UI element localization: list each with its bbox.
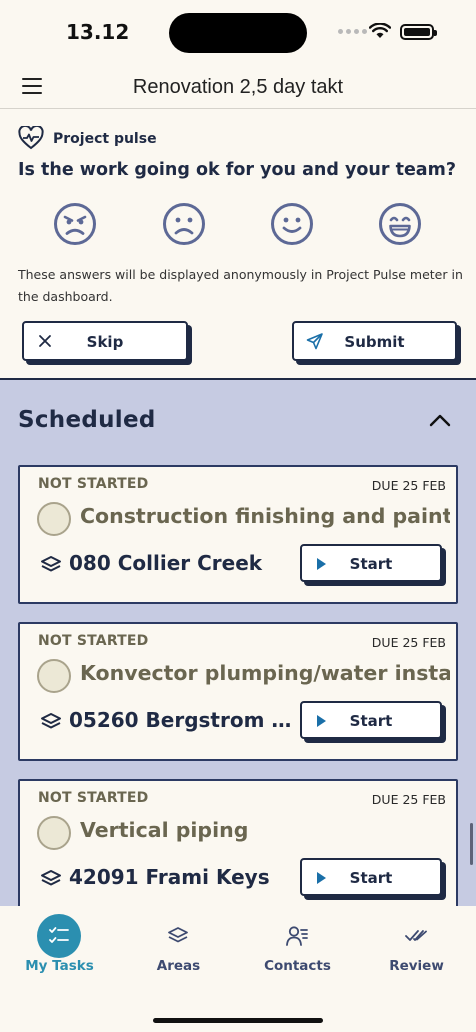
tab-label: My Tasks xyxy=(25,958,94,974)
app-header: Renovation 2,5 day takt xyxy=(0,64,476,109)
task-status: NOT STARTED xyxy=(38,476,149,492)
section-title: Scheduled xyxy=(18,407,156,433)
very-unhappy-face-icon[interactable] xyxy=(53,202,97,246)
tab-icon-highlight xyxy=(37,914,81,958)
chevron-up-icon[interactable] xyxy=(428,412,452,428)
layers-icon xyxy=(168,927,188,943)
pulse-note: These answers will be displayed anonymou… xyxy=(18,267,463,304)
project-pulse-panel: Project pulse Is the work going ok for y… xyxy=(0,110,476,378)
start-button[interactable]: Start xyxy=(300,701,442,739)
unhappy-face-icon[interactable] xyxy=(162,202,206,246)
start-button[interactable]: Start xyxy=(300,858,442,896)
scrollbar[interactable] xyxy=(470,823,473,865)
start-label: Start xyxy=(349,869,393,887)
task-card[interactable]: NOT STARTED DUE 25 FEB Vertical piping 4… xyxy=(18,779,458,906)
task-due-date: DUE 25 FEB xyxy=(371,635,446,650)
contacts-icon xyxy=(286,926,308,946)
skip-button[interactable]: Skip xyxy=(22,321,188,361)
task-status: NOT STARTED xyxy=(38,790,149,806)
task-area: 42091 Frami Keys xyxy=(69,865,270,889)
submit-label: Submit xyxy=(344,333,405,351)
task-card[interactable]: NOT STARTED DUE 25 FEB Construction fini… xyxy=(18,465,458,604)
status-time: 13.12 xyxy=(66,20,130,44)
layers-icon xyxy=(41,556,61,572)
start-button[interactable]: Start xyxy=(300,544,442,582)
tab-label: Review xyxy=(389,958,444,974)
start-label: Start xyxy=(349,712,393,730)
pulse-question: Is the work going ok for you and your te… xyxy=(18,160,457,180)
dynamic-island xyxy=(169,13,307,53)
task-checkbox[interactable] xyxy=(37,659,71,693)
heart-pulse-icon xyxy=(18,126,44,150)
task-title: Konvector plumping/water installation xyxy=(80,661,450,685)
task-checkbox[interactable] xyxy=(37,502,71,536)
skip-label: Skip xyxy=(86,333,124,351)
task-due-date: DUE 25 FEB xyxy=(371,792,446,807)
tab-icon-holder xyxy=(275,914,319,958)
cellular-signal-icon xyxy=(338,29,367,34)
task-card[interactable]: NOT STARTED DUE 25 FEB Konvector plumpin… xyxy=(18,622,458,761)
double-check-icon xyxy=(405,930,427,941)
tab-icon-holder xyxy=(156,914,200,958)
start-label: Start xyxy=(349,555,393,573)
layers-icon xyxy=(41,713,61,729)
tab-label: Contacts xyxy=(264,958,331,974)
task-area: 080 Collier Creek xyxy=(69,551,263,575)
tab-contacts[interactable]: Contacts xyxy=(238,906,357,986)
task-title: Construction finishing and painting xyxy=(80,504,450,528)
task-title: Vertical piping xyxy=(80,818,249,842)
tab-review[interactable]: Review xyxy=(357,906,476,986)
task-due-date: DUE 25 FEB xyxy=(371,478,446,493)
checklist-icon xyxy=(49,927,69,943)
pulse-label: Project pulse xyxy=(53,131,157,147)
very-happy-face-icon[interactable] xyxy=(378,202,422,246)
task-area: 05260 Bergstrom Views xyxy=(69,708,297,732)
tab-icon-holder xyxy=(394,914,438,958)
wifi-icon xyxy=(369,23,391,38)
submit-button[interactable]: Submit xyxy=(292,321,457,361)
happy-face-icon[interactable] xyxy=(270,202,314,246)
tab-label: Areas xyxy=(156,958,201,974)
page-title: Renovation 2,5 day takt xyxy=(132,76,344,98)
tab-my-tasks[interactable]: My Tasks xyxy=(0,906,119,986)
layers-icon xyxy=(41,870,61,886)
battery-icon xyxy=(400,24,437,40)
tab-areas[interactable]: Areas xyxy=(119,906,238,986)
home-indicator xyxy=(153,1018,323,1023)
task-status: NOT STARTED xyxy=(38,633,149,649)
scheduled-section: Scheduled NOT STARTED DUE 25 FEB Constru… xyxy=(0,380,476,906)
mood-options xyxy=(0,202,476,248)
task-checkbox[interactable] xyxy=(37,816,71,850)
status-bar: 13.12 xyxy=(0,0,476,64)
bottom-tab-bar: My Tasks Areas Contacts Review xyxy=(0,906,476,1032)
